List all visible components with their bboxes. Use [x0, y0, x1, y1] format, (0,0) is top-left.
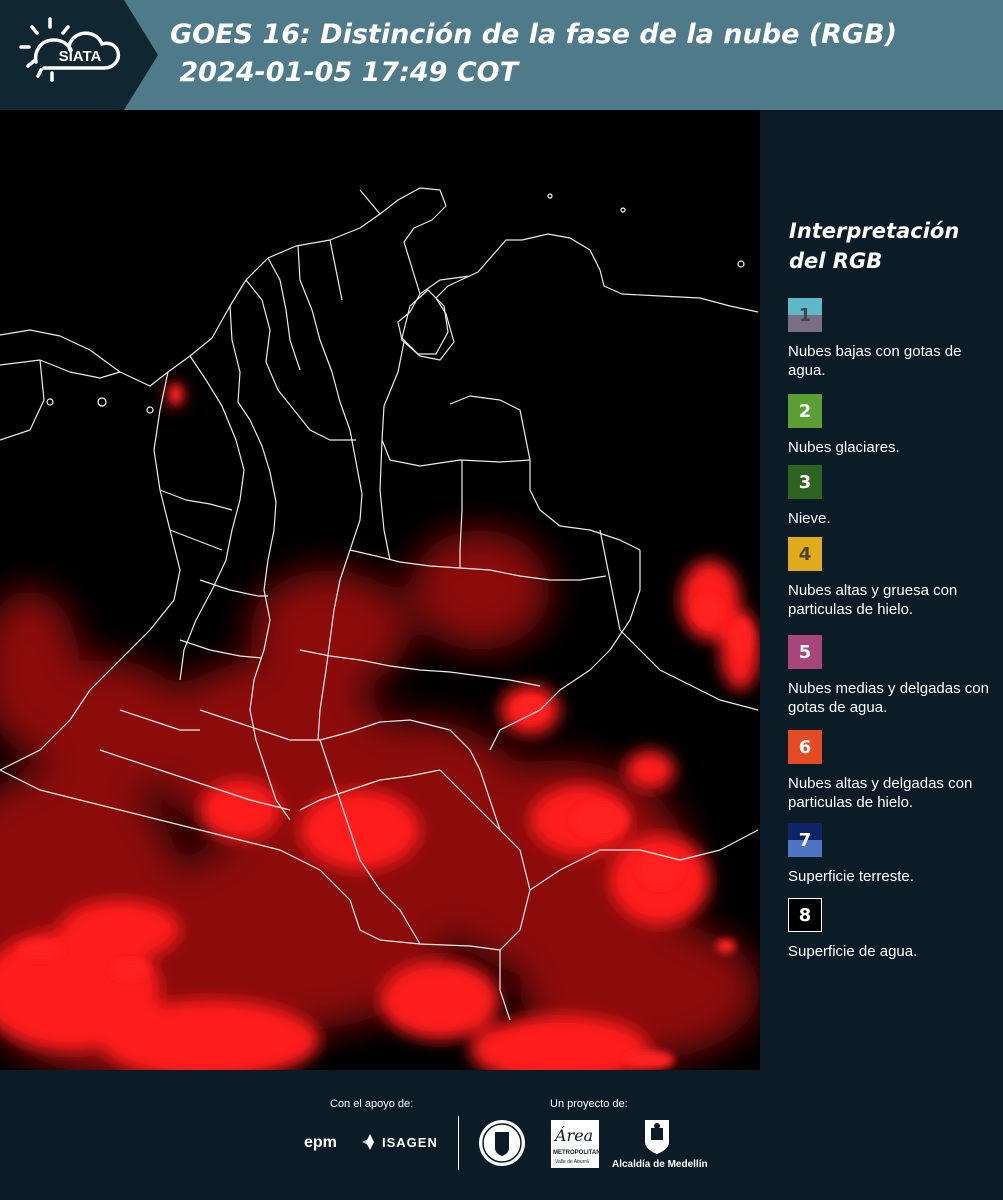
page-title: GOES 16: Distinción de la fase de la nub…	[170, 16, 990, 92]
header-bar: SIATA GOES 16: Distinción de la fase de …	[0, 0, 1003, 110]
project-label: Un proyecto de:	[550, 1098, 628, 1110]
legend-item-3: 3 Nieve.	[788, 465, 998, 528]
support-label: Con el apoyo de:	[330, 1098, 414, 1110]
legend-number-4: 4	[798, 543, 812, 565]
isagen-logo: ISAGEN	[360, 1132, 442, 1154]
legend-number-1: 1	[798, 304, 812, 326]
epm-logo: epm	[304, 1132, 337, 1152]
legend-swatch-7: 7	[788, 823, 822, 857]
area-logo-name: Área	[555, 1126, 594, 1145]
legend-number-8: 8	[798, 904, 812, 926]
legend-label-1: Nubes bajas con gotas de agua.	[788, 343, 962, 379]
siata-logo: SIATA	[0, 0, 158, 110]
isagen-mark-icon	[362, 1134, 374, 1150]
legend-number-7: 7	[798, 829, 812, 851]
area-metropolitana-logo: Área METROPOLITANA Valle de Aburrá	[551, 1120, 605, 1168]
legend-swatch-2: 2	[788, 394, 822, 428]
footer: Con el apoyo de: Un proyecto de: epm ISA…	[0, 1070, 1003, 1200]
alcaldia-shield-icon	[645, 1120, 669, 1154]
area-logo-sub2: Valle de Aburrá	[555, 1159, 589, 1165]
isagen-logo-text: ISAGEN	[382, 1135, 438, 1150]
legend-item-5: 5 Nubes medias y delgadas con gotas de ag…	[788, 635, 998, 717]
legend-number-3: 3	[798, 471, 812, 493]
legend-item-8: 8 Superficie de agua.	[788, 898, 998, 961]
legend-title-line2: del RGB	[789, 249, 883, 273]
alcaldia-logo-text: Alcaldía de Medellín	[612, 1159, 708, 1170]
siata-logo-text: SIATA	[59, 48, 102, 65]
legend-label-8: Superficie de agua.	[788, 943, 918, 960]
legend-number-2: 2	[798, 400, 812, 422]
legend-label-4: Nubes altas y gruesa con particulas de h…	[788, 582, 958, 618]
legend-item-1: 1 Nubes bajas con gotas de agua.	[788, 298, 998, 380]
legend-number-5: 5	[798, 641, 812, 663]
university-seal-icon	[479, 1120, 525, 1166]
page-title-line2: 2024-01-05 17:49 COT	[170, 57, 519, 88]
legend-swatch-5: 5	[788, 635, 822, 669]
legend-label-5: Nubes medias y delgadas con gotas de agu…	[788, 680, 989, 716]
legend-swatch-8: 8	[788, 898, 822, 932]
legend-label-7: Superficie terreste.	[788, 868, 914, 885]
legend-number-6: 6	[798, 736, 812, 758]
footer-divider	[458, 1116, 459, 1170]
rgb-legend: Interpretación del RGB 1 Nubes bajas con …	[760, 110, 1003, 1070]
legend-label-6: Nubes altas y delgadas con particulas de…	[788, 775, 973, 811]
satellite-map-svg	[0, 110, 760, 1070]
legend-item-2: 2 Nubes glaciares.	[788, 394, 998, 457]
legend-title-line1: Interpretación	[789, 219, 960, 243]
area-logo-sub: METROPOLITANA	[553, 1150, 605, 1156]
legend-label-2: Nubes glaciares.	[788, 439, 900, 456]
legend-title: Interpretación del RGB	[789, 216, 994, 276]
legend-swatch-3: 3	[788, 465, 822, 499]
legend-swatch-4: 4	[788, 537, 822, 571]
page-title-line1: GOES 16: Distinción de la fase de la nub…	[170, 19, 897, 50]
legend-item-7: 7 Superficie terreste.	[788, 823, 998, 886]
satellite-map	[0, 110, 760, 1070]
epm-logo-text: epm	[304, 1134, 337, 1151]
legend-swatch-1: 1	[788, 298, 822, 332]
legend-item-6: 6 Nubes altas y delgadas con particulas d…	[788, 730, 998, 812]
legend-swatch-6: 6	[788, 730, 822, 764]
legend-item-4: 4 Nubes altas y gruesa con particulas de …	[788, 537, 998, 619]
legend-label-3: Nieve.	[788, 510, 831, 527]
